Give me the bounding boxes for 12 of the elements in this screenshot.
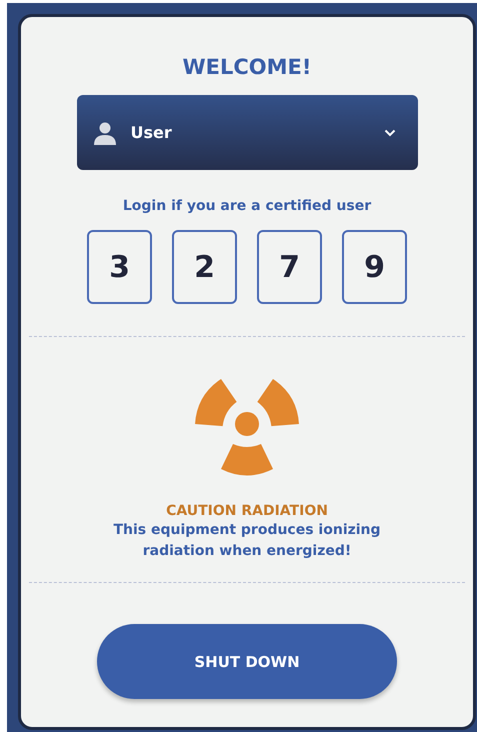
shutdown-button[interactable]: SHUT DOWN	[97, 624, 397, 699]
login-hint: Login if you are a certified user	[122, 197, 372, 215]
code-digit-field[interactable]: 9	[342, 230, 407, 304]
chevron-down-icon	[384, 128, 396, 136]
caution-message: This equipment produces ionizing radiation when energized!	[112, 521, 382, 561]
code-digit-field[interactable]: 3	[87, 230, 152, 304]
user-icon	[92, 120, 116, 144]
user-dropdown[interactable]: User	[76, 95, 418, 170]
caution-title: CAUTION RADIATION	[166, 502, 328, 520]
welcome-title: WELCOME!	[182, 54, 312, 81]
code-digit-field[interactable]: 2	[172, 230, 237, 304]
code-digit-field[interactable]: 7	[257, 230, 322, 304]
